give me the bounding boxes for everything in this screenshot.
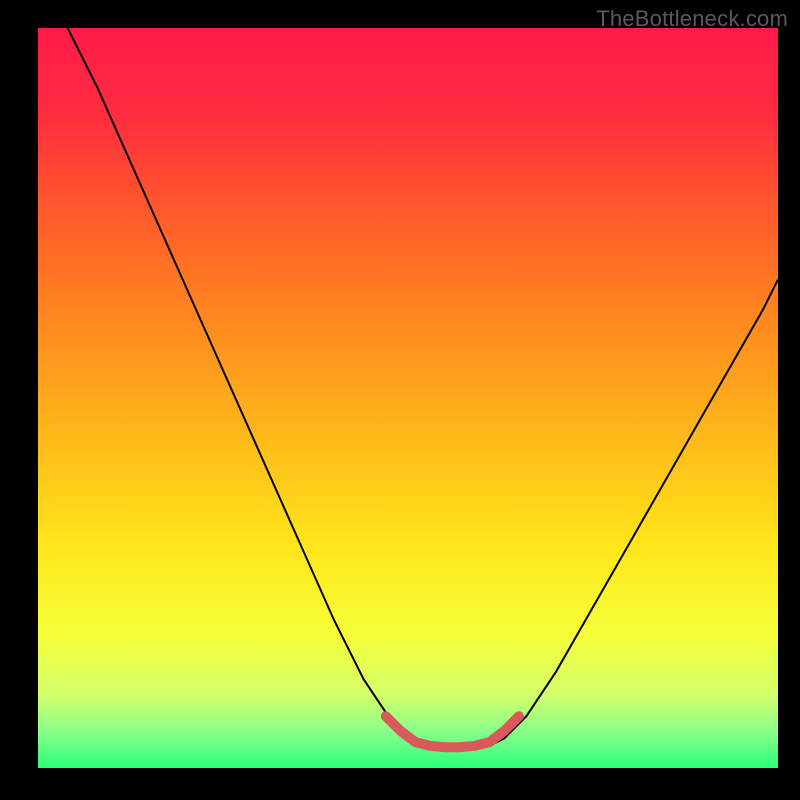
watermark-text: TheBottleneck.com [596, 6, 788, 32]
plot-background [38, 28, 778, 768]
bottleneck-chart [0, 0, 800, 800]
chart-container: TheBottleneck.com [0, 0, 800, 800]
